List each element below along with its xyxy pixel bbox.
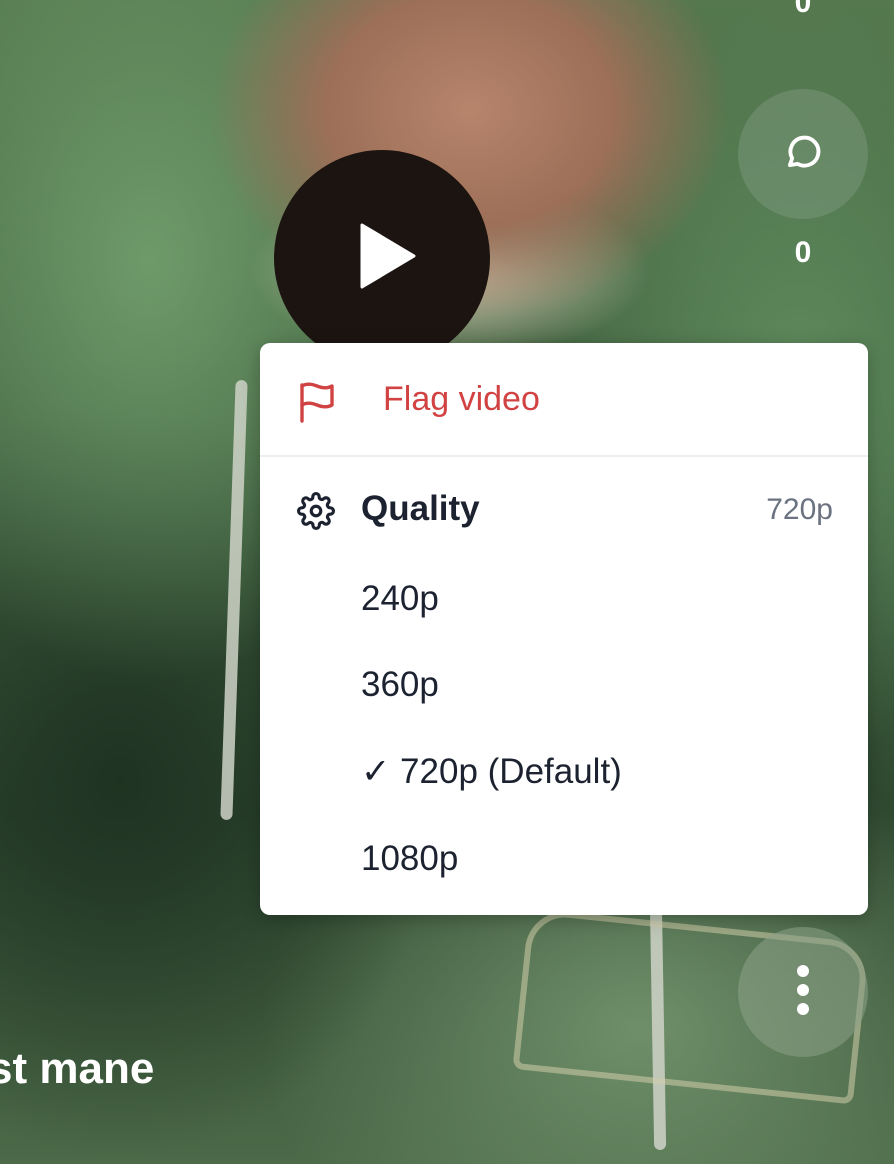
play-icon	[348, 223, 416, 294]
quality-option-240p[interactable]: 240p	[361, 579, 439, 619]
quality-option-720p[interactable]: ✓ 720p (Default)	[361, 752, 622, 792]
more-vertical-icon	[796, 964, 810, 1021]
like-count: 0	[794, 0, 812, 19]
comment-button[interactable]	[738, 89, 868, 219]
more-options-button[interactable]	[738, 927, 868, 1057]
comment-count: 0	[794, 236, 812, 269]
quality-option-1080p[interactable]: 1080p	[361, 839, 458, 879]
video-options-menu: Flag video Quality 720p 240p 360p ✓ 720p…	[260, 343, 868, 915]
quality-current-value: 720p	[766, 493, 833, 526]
quality-option-360p[interactable]: 360p	[361, 665, 439, 705]
gear-icon	[297, 492, 335, 535]
video-frame-detail	[220, 379, 248, 821]
flag-icon	[298, 381, 338, 428]
video-caption: st mane	[0, 1044, 155, 1093]
quality-label: Quality	[361, 489, 480, 528]
comment-bubble-icon	[782, 131, 824, 178]
quality-header: Quality 720p	[260, 475, 868, 547]
flag-video-label: Flag video	[383, 380, 540, 418]
flag-video-menu-item[interactable]: Flag video	[260, 343, 868, 457]
video-player-screen: 0 0 Flag video Quality 720p 240p 360p ✓ …	[0, 0, 894, 1164]
play-button[interactable]	[274, 150, 490, 366]
